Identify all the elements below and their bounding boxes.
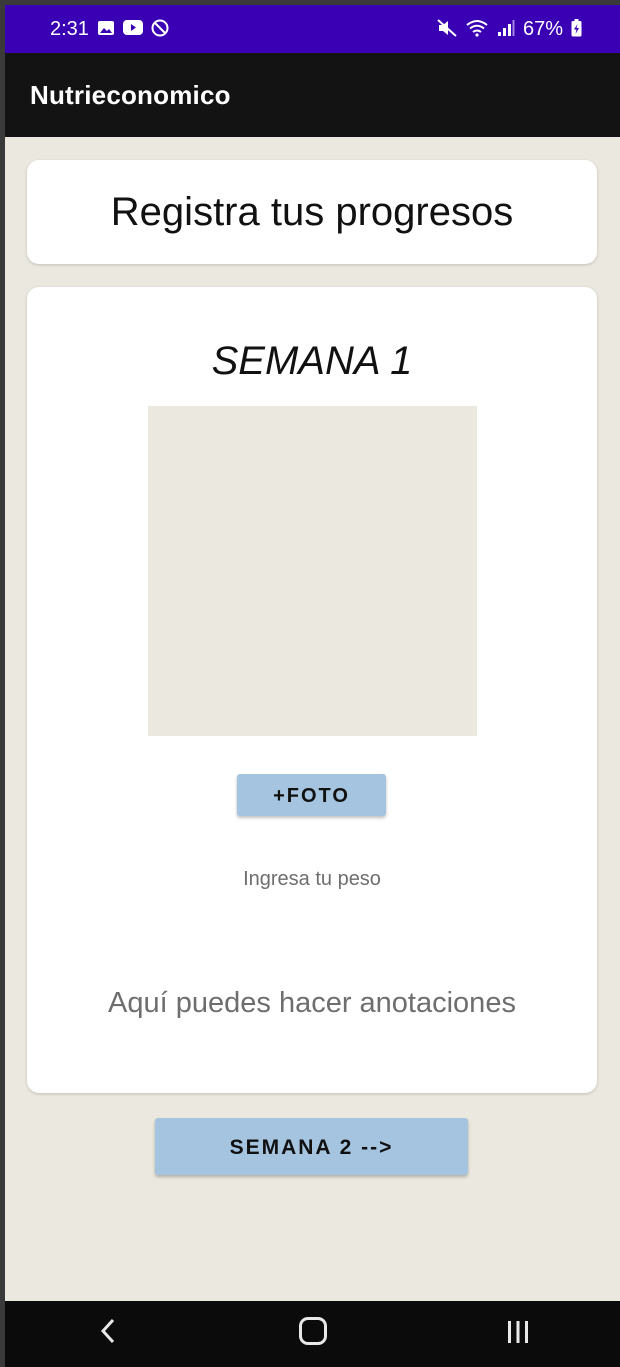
photo-placeholder[interactable]: [148, 406, 477, 736]
status-time: 2:31: [50, 17, 89, 40]
wifi-icon: [465, 19, 489, 40]
do-not-disturb-icon: [151, 19, 169, 40]
recents-icon[interactable]: [478, 1315, 558, 1354]
week-card: SEMANA 1 +FOTO Ingresa tu peso Aquí pued…: [27, 287, 597, 1093]
home-icon[interactable]: [273, 1315, 353, 1354]
weight-input[interactable]: Ingresa tu peso: [27, 868, 597, 891]
gallery-icon: [97, 20, 115, 39]
signal-icon: [497, 19, 515, 40]
battery-percent: 67%: [522, 17, 563, 40]
status-bar: 2:31 67%: [5, 5, 620, 53]
notes-input[interactable]: Aquí puedes hacer anotaciones: [27, 987, 597, 1020]
battery-icon: [571, 18, 582, 40]
mute-icon: [437, 18, 457, 40]
next-week-button[interactable]: SEMANA 2 -->: [155, 1118, 468, 1175]
app-title: Nutrieconomico: [30, 79, 231, 110]
navigation-bar: [5, 1301, 620, 1367]
week-title: SEMANA 1: [211, 339, 413, 383]
youtube-icon: [122, 20, 143, 38]
phone-screen: 2:31 67% Nutrieconomico Registra tus pro…: [5, 5, 620, 1367]
header-card: Registra tus progresos: [27, 160, 597, 264]
back-icon[interactable]: [68, 1315, 148, 1354]
page-title: Registra tus progresos: [110, 189, 514, 234]
app-bar: Nutrieconomico: [5, 53, 620, 137]
add-photo-button[interactable]: +FOTO: [237, 774, 386, 816]
